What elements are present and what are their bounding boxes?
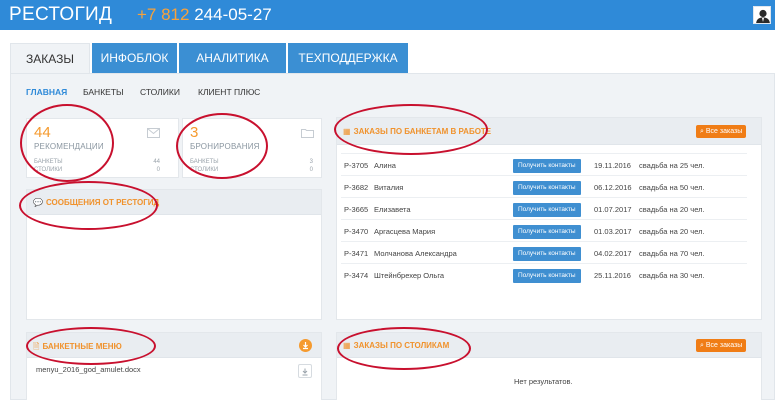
folder-icon bbox=[301, 129, 314, 138]
subnav-client-plus[interactable]: КЛИЕНТ ПЛЮС bbox=[198, 87, 260, 97]
tab-infoblock[interactable]: ИНФОБЛОК bbox=[92, 43, 177, 73]
order-id: Р-3665 bbox=[344, 205, 369, 214]
all-orders-button[interactable]: ⌕ Все заказы bbox=[696, 125, 747, 138]
table-row: Р-3705 Алина 19.11.2016 свадьба на 25 чел. П… bbox=[341, 153, 747, 175]
get-contacts-button[interactable]: Получить контакты bbox=[513, 181, 581, 195]
annotation-oval bbox=[19, 181, 158, 230]
order-id: Р-3470 bbox=[344, 227, 369, 236]
annotation-oval bbox=[337, 327, 471, 370]
envelope-icon bbox=[147, 128, 160, 138]
event-date: 01.03.2017 bbox=[594, 227, 632, 236]
event-date: 25.11.2016 bbox=[594, 271, 631, 280]
event-description: свадьба на 20 чел. bbox=[639, 205, 705, 214]
event-date: 06.12.2016 bbox=[594, 183, 632, 192]
event-description: свадьба на 70 чел. bbox=[639, 249, 705, 258]
top-bar: РЕСТОГИД +7 812 244-05-27 bbox=[0, 0, 775, 30]
tab-analytics[interactable]: АНАЛИТИКА bbox=[179, 43, 286, 73]
event-date: 04.02.2017 bbox=[594, 249, 632, 258]
subnav-banquets[interactable]: БАНКЕТЫ bbox=[83, 87, 124, 97]
all-orders-label: Все заказы bbox=[705, 342, 743, 349]
annotation-oval bbox=[334, 104, 488, 155]
tab-orders[interactable]: ЗАКАЗЫ bbox=[10, 43, 90, 73]
event-description: свадьба на 30 чел. bbox=[639, 271, 705, 280]
tab-support[interactable]: ТЕХПОДДЕРЖКА bbox=[288, 43, 408, 73]
table-row: Р-3470 Аргасцева Мария 01.03.2017 свадьба н… bbox=[341, 219, 747, 241]
event-date: 01.07.2017 bbox=[594, 205, 632, 214]
phone-prefix: +7 812 bbox=[137, 5, 190, 24]
event-date: 19.11.2016 bbox=[594, 161, 631, 170]
annotation-oval bbox=[26, 327, 156, 365]
annotation-oval bbox=[176, 113, 268, 179]
get-contacts-button[interactable]: Получить контакты bbox=[513, 247, 581, 261]
download-icon bbox=[303, 342, 308, 350]
order-id: Р-3682 bbox=[344, 183, 369, 192]
all-orders-label: Все заказы bbox=[705, 128, 743, 135]
user-icon bbox=[754, 7, 770, 23]
stat-row-value: 3 bbox=[309, 159, 313, 165]
subnav-main[interactable]: ГЛАВНАЯ bbox=[26, 87, 67, 97]
phone-number: +7 812 244-05-27 bbox=[137, 5, 272, 25]
download-icon bbox=[302, 368, 308, 376]
event-description: свадьба на 50 чел. bbox=[639, 183, 705, 192]
stat-row-value: 44 bbox=[153, 159, 160, 165]
client-name: Аргасцева Мария bbox=[374, 227, 436, 236]
brand-logo[interactable]: РЕСТОГИД bbox=[9, 4, 112, 26]
client-name: Молчанова Александра bbox=[374, 249, 457, 258]
client-name: Штейнбрехер Ольга bbox=[374, 271, 445, 280]
phone-digits: 244-05-27 bbox=[194, 5, 272, 24]
client-name: Алина bbox=[374, 161, 396, 170]
order-id: Р-3474 bbox=[344, 271, 369, 280]
empty-state-text: Нет результатов. bbox=[514, 377, 573, 386]
table-row: Р-3474 Штейнбрехер Ольга 25.11.2016 свадьба… bbox=[341, 263, 747, 285]
avatar[interactable] bbox=[753, 6, 771, 24]
table-row: Р-3471 Молчанова Александра 04.02.2017 свад… bbox=[341, 241, 747, 263]
event-description: свадьба на 20 чел. bbox=[639, 227, 705, 236]
client-name: Виталия bbox=[374, 183, 404, 192]
all-orders-button[interactable]: ⌕ Все заказы bbox=[696, 339, 747, 352]
get-contacts-button[interactable]: Получить контакты bbox=[513, 225, 581, 239]
stat-row-value: 0 bbox=[309, 167, 313, 173]
order-id: Р-3705 bbox=[344, 161, 369, 170]
get-contacts-button[interactable]: Получить контакты bbox=[513, 203, 581, 217]
client-name: Елизавета bbox=[374, 205, 411, 214]
event-description: свадьба на 25 чел. bbox=[639, 161, 705, 170]
file-download-button[interactable] bbox=[298, 364, 312, 378]
get-contacts-button[interactable]: Получить контакты bbox=[513, 159, 581, 173]
annotation-oval bbox=[20, 104, 114, 182]
table-row: Р-3682 Виталия 06.12.2016 свадьба на 50 чел… bbox=[341, 175, 747, 197]
get-contacts-button[interactable]: Получить контакты bbox=[513, 269, 581, 283]
order-id: Р-3471 bbox=[344, 249, 369, 258]
table-row: Р-3665 Елизавета 01.07.2017 свадьба на 20 ч… bbox=[341, 197, 747, 219]
menu-file-name[interactable]: menyu_2016_god_amulet.docx bbox=[36, 365, 141, 374]
upload-button[interactable] bbox=[299, 339, 312, 352]
stat-row-value: 0 bbox=[156, 167, 160, 173]
subnav-tables[interactable]: СТОЛИКИ bbox=[140, 87, 180, 97]
